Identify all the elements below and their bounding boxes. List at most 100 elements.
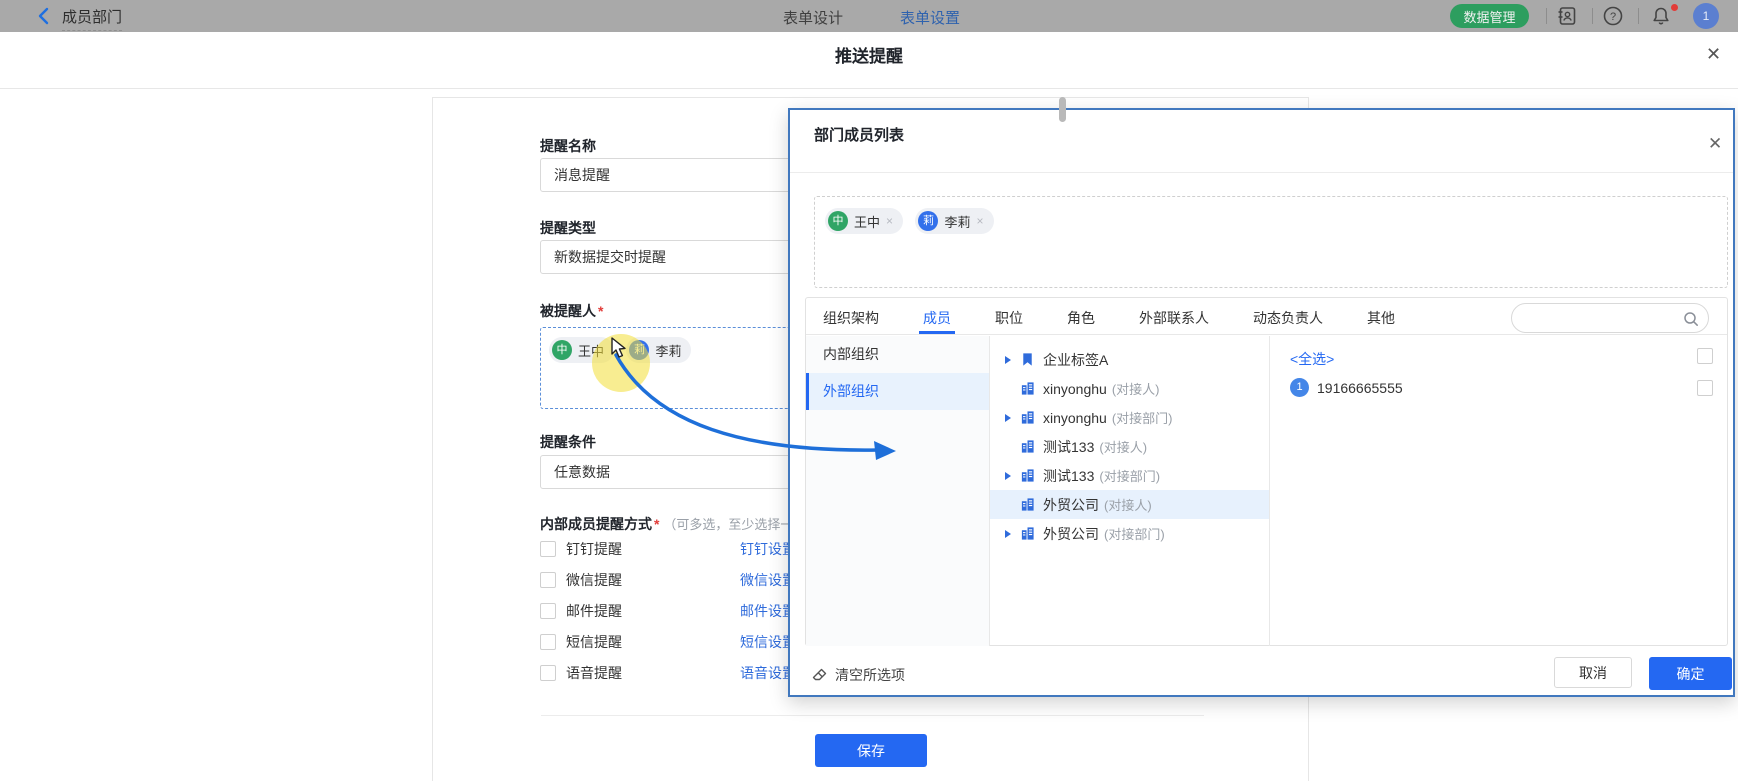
page-close-icon[interactable]: ✕ [1706, 44, 1721, 65]
tab-external-contacts[interactable]: 外部联系人 [1139, 298, 1209, 334]
tree-row-company[interactable]: 测试133 (对接人) [990, 432, 1269, 461]
building-icon [1020, 526, 1035, 541]
picker-box: 组织架构 成员 职位 角色 外部联系人 动态负责人 其他 内部组织 外部组织 [805, 297, 1728, 646]
divider [0, 88, 1738, 89]
notification-bell-icon[interactable] [1650, 5, 1672, 27]
org-type-list: 内部组织 外部组织 [806, 336, 990, 646]
member-name: 王中 [854, 212, 880, 231]
member-checkbox[interactable] [1697, 380, 1713, 396]
recipient-tag[interactable]: 中 王中 [549, 337, 614, 363]
expand-arrow-icon[interactable] [1005, 472, 1011, 480]
expand-arrow-icon[interactable] [1005, 414, 1011, 422]
divider [790, 172, 1733, 173]
select-all-checkbox[interactable] [1697, 348, 1713, 364]
user-avatar[interactable]: 1 [1693, 3, 1719, 29]
field-label-recipients: 被提醒人* [540, 301, 603, 321]
selected-members-area: 中 王中 × 莉 李莉 × [814, 196, 1728, 288]
tree-row-company[interactable]: xinyonghu (对接部门) [990, 403, 1269, 432]
field-label-reminder-type: 提醒类型 [540, 218, 596, 238]
building-icon [1020, 410, 1035, 425]
selected-member-tag[interactable]: 中 王中 × [825, 208, 903, 234]
tree-row-company-selected[interactable]: 外贸公司 (对接人) [990, 490, 1269, 519]
selected-member-tag[interactable]: 莉 李莉 × [915, 208, 993, 234]
tree-node-label: xinyonghu [1043, 381, 1107, 397]
select-all-link[interactable]: <全选> [1290, 349, 1334, 369]
data-manage-button[interactable]: 数据管理 [1450, 4, 1529, 28]
tab-org-structure[interactable]: 组织架构 [823, 298, 879, 334]
member-search-input[interactable] [1526, 305, 1686, 331]
voice-checkbox[interactable] [540, 665, 556, 681]
tab-positions[interactable]: 职位 [995, 298, 1023, 334]
building-icon [1020, 381, 1035, 396]
building-icon [1020, 468, 1035, 483]
modal-footer: 清空所选项 取消 确定 [790, 656, 1733, 695]
scrollbar-thumb[interactable] [1059, 97, 1066, 122]
dingtalk-checkbox[interactable] [540, 541, 556, 557]
search-icon[interactable] [1683, 311, 1699, 327]
clear-selection-link[interactable]: 清空所选项 [812, 665, 905, 685]
notification-dot [1671, 4, 1678, 11]
org-tree: 企业标签A xinyonghu (对接人) xinyonghu (对接部门) [990, 336, 1269, 646]
breadcrumb-form-name[interactable]: 成员部门 [62, 6, 122, 31]
tree-node-suffix: (对接人) [1099, 437, 1147, 456]
remove-tag-icon[interactable]: × [886, 214, 893, 228]
tree-row-company[interactable]: xinyonghu (对接人) [990, 374, 1269, 403]
recipient-avatar: 莉 [629, 340, 649, 360]
remove-tag-icon[interactable]: × [977, 214, 984, 228]
tab-form-settings[interactable]: 表单设置 [900, 7, 960, 28]
notify-methods-label-text: 内部成员提醒方式 [540, 516, 652, 532]
divider [1546, 8, 1547, 24]
contacts-icon[interactable] [1556, 5, 1578, 27]
recipient-name: 李莉 [655, 341, 681, 360]
member-row[interactable]: 1 19166665555 [1290, 378, 1403, 397]
tree-row-tag[interactable]: 企业标签A [990, 345, 1269, 374]
tree-row-company[interactable]: 测试133 (对接部门) [990, 461, 1269, 490]
org-item-external[interactable]: 外部组织 [806, 373, 989, 410]
clear-selection-label: 清空所选项 [835, 665, 905, 685]
cancel-button[interactable]: 取消 [1554, 657, 1632, 688]
save-button[interactable]: 保存 [815, 734, 927, 767]
spacer [1005, 385, 1011, 393]
tree-node-suffix: (对接部门) [1099, 466, 1160, 485]
tree-node-label: 外贸公司 [1043, 524, 1099, 544]
required-asterisk: * [598, 303, 603, 319]
tab-roles[interactable]: 角色 [1067, 298, 1095, 334]
member-avatar: 1 [1290, 378, 1309, 397]
tree-node-suffix: (对接部门) [1104, 524, 1165, 543]
expand-arrow-icon[interactable] [1005, 530, 1011, 538]
recipient-tag[interactable]: 莉 李莉 [626, 337, 691, 363]
tree-node-label: 企业标签A [1043, 350, 1108, 370]
tab-members[interactable]: 成员 [923, 298, 951, 334]
tree-row-company[interactable]: 外贸公司 (对接部门) [990, 519, 1269, 548]
tab-dynamic-owner[interactable]: 动态负责人 [1253, 298, 1323, 334]
top-bar: 成员部门 表单设计 表单设置 数据管理 ? 1 [0, 0, 1738, 32]
tab-other[interactable]: 其他 [1367, 298, 1395, 334]
voice-label: 语音提醒 [566, 663, 622, 683]
svg-text:?: ? [1610, 11, 1616, 23]
email-label: 邮件提醒 [566, 601, 622, 621]
spacer [1005, 501, 1011, 509]
app-screen: 成员部门 表单设计 表单设置 数据管理 ? 1 推送提醒 ✕ 提醒名称 消息提醒… [0, 0, 1738, 781]
back-icon[interactable] [36, 7, 52, 25]
dingtalk-label: 钉钉提醒 [566, 539, 622, 559]
confirm-button[interactable]: 确定 [1649, 657, 1732, 690]
sms-checkbox[interactable] [540, 634, 556, 650]
recipient-name: 王中 [578, 341, 604, 360]
modal-title: 部门成员列表 [814, 124, 904, 145]
tab-form-design[interactable]: 表单设计 [783, 7, 843, 28]
help-icon[interactable]: ? [1602, 5, 1624, 27]
org-item-internal[interactable]: 内部组织 [806, 336, 989, 373]
spacer [1005, 443, 1011, 451]
expand-arrow-icon[interactable] [1005, 356, 1011, 364]
email-checkbox[interactable] [540, 603, 556, 619]
page-title: 推送提醒 [0, 42, 1738, 67]
tree-node-label: xinyonghu [1043, 410, 1107, 426]
modal-close-icon[interactable]: ✕ [1708, 134, 1722, 154]
eraser-icon [812, 667, 828, 683]
wechat-label: 微信提醒 [566, 570, 622, 590]
wechat-checkbox[interactable] [540, 572, 556, 588]
required-asterisk: * [654, 516, 659, 532]
tree-node-label: 测试133 [1043, 466, 1094, 486]
tree-node-label: 测试133 [1043, 437, 1094, 457]
divider [1638, 8, 1639, 24]
